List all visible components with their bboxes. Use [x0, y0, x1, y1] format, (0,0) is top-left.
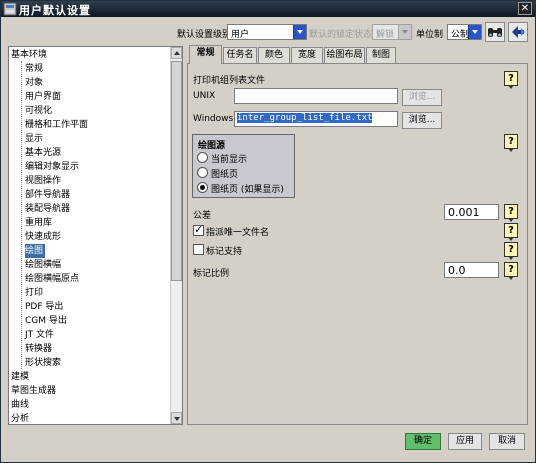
tree-item[interactable]: 曲线	[11, 398, 29, 412]
export-button[interactable]	[508, 22, 528, 42]
mark-support-label: 标记支持	[206, 247, 243, 257]
scroll-down-icon[interactable]	[171, 412, 182, 424]
tree-item[interactable]: 常规	[25, 62, 43, 76]
unix-path-input[interactable]	[234, 88, 398, 104]
tolerance-input[interactable]: 0.001	[444, 204, 499, 220]
lock-status-select[interactable]: 解锁	[372, 24, 412, 40]
help-icon[interactable]: ?	[504, 223, 518, 241]
help-icon[interactable]: ?	[504, 71, 518, 89]
tree-item[interactable]: 用户界面	[25, 90, 61, 104]
windows-path-input[interactable]: inter_group_list_file.txt	[234, 111, 398, 127]
app-icon	[3, 2, 17, 16]
tree-item[interactable]: 装配导航器	[25, 202, 70, 216]
tab-3[interactable]: 宽度	[291, 47, 323, 63]
plot-source-radio[interactable]	[197, 167, 208, 178]
plot-source-option-label: 当前显示	[211, 155, 248, 165]
plot-source-radio[interactable]	[197, 182, 208, 193]
assign-unique-checkbox[interactable]	[193, 223, 204, 236]
export-icon	[512, 26, 525, 38]
mark-support-checkbox[interactable]	[193, 244, 204, 255]
tree-item[interactable]: JT 文件	[25, 328, 54, 342]
tree-item[interactable]: 显示	[25, 132, 43, 146]
windows-label: Windows	[193, 114, 234, 124]
tree-item[interactable]: 打印	[25, 286, 43, 300]
plot-source-option-label: 图纸页	[211, 170, 239, 180]
chevron-down-icon[interactable]	[398, 25, 411, 39]
scroll-thumb[interactable]	[171, 61, 182, 281]
tree-item[interactable]: 重用库	[25, 216, 52, 230]
mark-scale-input[interactable]: 0.0	[444, 262, 499, 278]
tree-item[interactable]: 基本环境	[11, 48, 47, 62]
unix-browse-button[interactable]: 浏览...	[402, 89, 442, 106]
tree-item[interactable]: 绘图横幅原点	[25, 272, 79, 286]
tree-item[interactable]: 可视化	[25, 104, 52, 118]
category-tree[interactable]: 基本环境 常规 对象 用户界面 可视化 栅格和工作平面 显示 基本光源 编辑对象显示 视图操作 部件…	[8, 46, 183, 425]
tree-item[interactable]: 基本光源	[25, 146, 61, 160]
title-bar[interactable]: 用户默认设置 ✕	[1, 1, 535, 17]
window-title: 用户默认设置	[19, 4, 91, 17]
tab-5[interactable]: 制图	[366, 47, 396, 63]
close-button[interactable]: ✕	[518, 2, 532, 15]
plot-source-radio[interactable]	[197, 152, 208, 163]
tree-item[interactable]: 绘图横幅	[25, 258, 61, 272]
assign-unique-label: 指派唯一文件名	[206, 228, 270, 238]
unit-system-select[interactable]: 公制	[447, 24, 482, 40]
unit-system-label: 单位制	[416, 30, 444, 40]
tolerance-label: 公差	[193, 211, 212, 221]
help-icon[interactable]: ?	[504, 134, 518, 152]
plot-source-group: 绘图源 当前显示图纸页图纸页 (如果显示)	[192, 134, 295, 198]
tree-guide-line	[21, 61, 22, 369]
tree-item[interactable]: 编辑对象显示	[25, 160, 79, 174]
printer-group-list-label: 打印机组列表文件	[193, 76, 266, 86]
tree-item[interactable]: 视图操作	[25, 174, 61, 188]
default-level-label: 默认设置级别	[177, 30, 232, 40]
binoculars-icon	[488, 28, 502, 37]
tree-item-selected[interactable]: 绘图	[25, 244, 46, 258]
default-level-value: 用户	[231, 30, 250, 40]
mark-scale-label: 标记比例	[193, 269, 230, 279]
chevron-down-icon[interactable]	[293, 25, 306, 39]
unix-label: UNIX	[193, 91, 216, 101]
tree-item[interactable]: PDF 导出	[25, 300, 63, 314]
help-icon[interactable]: ?	[504, 204, 518, 222]
plot-source-title: 绘图源	[198, 141, 226, 151]
windows-browse-button[interactable]: 浏览...	[402, 112, 442, 129]
tree-scrollbar[interactable]	[170, 47, 182, 424]
tree-item[interactable]: 对象	[25, 76, 43, 90]
chevron-down-icon[interactable]	[468, 25, 481, 39]
tree-item[interactable]: CGM 导出	[25, 314, 67, 328]
tree-item[interactable]: 转换器	[25, 342, 52, 356]
tab-4[interactable]: 绘图布局	[324, 47, 365, 63]
tree-item[interactable]: 草图生成器	[11, 384, 56, 398]
lock-status-label: 默认的锁定状态	[309, 30, 373, 40]
apply-button[interactable]: 应用	[448, 433, 482, 450]
tab-0[interactable]: 常规	[189, 45, 222, 64]
tree-item[interactable]: 栅格和工作平面	[25, 118, 88, 132]
tree-item[interactable]: 形状搜索	[25, 356, 61, 370]
preferences-dialog: 用户默认设置 ✕ 默认设置级别 用户 默认的锁定状态 解锁 单位制 公制 基本环…	[0, 0, 536, 463]
help-icon[interactable]: ?	[504, 262, 518, 280]
unit-system-value: 公制	[451, 30, 470, 40]
default-level-select[interactable]: 用户	[227, 24, 307, 40]
cancel-button[interactable]: 取消	[489, 433, 525, 450]
tree-item[interactable]: 快速成形	[25, 230, 61, 244]
windows-path-value: inter_group_list_file.txt	[237, 113, 373, 123]
find-button[interactable]	[485, 22, 505, 42]
tab-2[interactable]: 颜色	[258, 47, 290, 63]
tab-1[interactable]: 任务名	[223, 47, 257, 63]
help-icon[interactable]: ?	[504, 242, 518, 260]
ok-button[interactable]: 确定	[405, 433, 441, 450]
scroll-up-icon[interactable]	[171, 47, 182, 59]
lock-status-value: 解锁	[376, 30, 395, 40]
tree-item[interactable]: 建模	[11, 370, 29, 384]
tree-item[interactable]: 部件导航器	[25, 188, 70, 202]
plot-source-option-label: 图纸页 (如果显示)	[211, 185, 284, 195]
tree-item[interactable]: 分析	[11, 412, 29, 424]
